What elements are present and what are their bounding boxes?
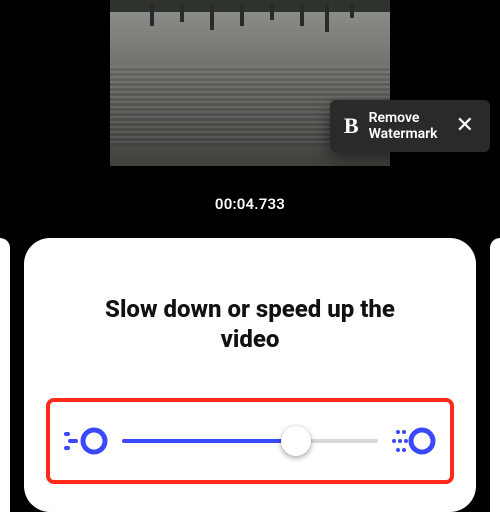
slow-speed-icon: [62, 424, 110, 458]
fast-speed-icon: [390, 424, 438, 458]
speed-panel: Slow down or speed up the video: [24, 238, 476, 512]
video-timestamp: 00:04.733: [0, 195, 500, 213]
prev-card-peek[interactable]: [0, 238, 10, 512]
speed-slider[interactable]: [122, 427, 378, 455]
slider-track-fill: [122, 439, 296, 443]
close-icon[interactable]: ✕: [448, 115, 478, 137]
slider-thumb[interactable]: [281, 426, 311, 456]
remove-watermark-banner[interactable]: B Remove Watermark ✕: [330, 100, 490, 152]
brand-logo-icon: B: [344, 113, 359, 139]
speed-slider-highlight: [46, 398, 454, 484]
watermark-text: Remove Watermark: [369, 110, 438, 142]
panel-title: Slow down or speed up the video: [80, 294, 420, 354]
next-card-peek[interactable]: [490, 238, 500, 512]
app-stage: B Remove Watermark ✕ 00:04.733 Slow down…: [0, 0, 500, 512]
